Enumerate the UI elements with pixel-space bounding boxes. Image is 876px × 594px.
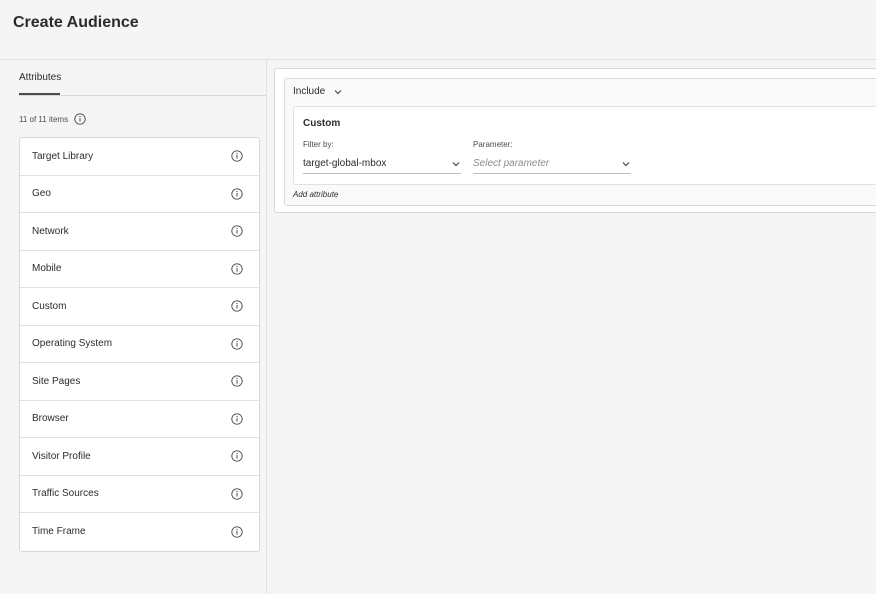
info-icon[interactable] [231, 413, 243, 425]
panel-divider [266, 60, 267, 594]
attribute-item[interactable]: Geo [20, 176, 259, 213]
attribute-item-label: Browser [32, 413, 69, 425]
parameter-placeholder: Select parameter [473, 158, 550, 169]
tab-selected-indicator [19, 93, 60, 95]
page-title: Create Audience [13, 14, 139, 31]
info-icon[interactable] [231, 150, 243, 162]
attribute-item-label: Visitor Profile [32, 450, 91, 462]
info-icon[interactable] [231, 450, 243, 462]
item-count-row: 11 of 11 items [19, 112, 86, 126]
attribute-item-label: Mobile [32, 263, 62, 275]
attribute-item-label: Operating System [32, 338, 113, 350]
rule-builder-panel: Include Custom Filter by: target-global-… [274, 68, 876, 213]
attribute-item[interactable]: Network [20, 213, 259, 251]
info-icon[interactable] [231, 375, 243, 387]
filter-by-value: target-global-mbox [303, 158, 387, 169]
chevron-down-icon [621, 159, 631, 169]
include-dropdown[interactable]: Include [293, 86, 343, 97]
attribute-item[interactable]: Target Library [20, 138, 259, 176]
attribute-item-label: Traffic Sources [32, 488, 99, 500]
filter-by-label: Filter by: [303, 140, 334, 149]
attribute-item[interactable]: Traffic Sources [20, 476, 259, 513]
include-group: Include Custom Filter by: target-global-… [284, 78, 876, 206]
info-icon[interactable] [231, 225, 243, 237]
filter-by-select[interactable]: target-global-mbox [303, 154, 461, 174]
info-icon[interactable] [231, 300, 243, 312]
attribute-item[interactable]: Operating System [20, 326, 259, 363]
chevron-down-icon [333, 87, 343, 97]
add-attribute-link[interactable]: Add attribute [293, 190, 338, 199]
tab-bar: Attributes [19, 60, 266, 96]
parameter-label: Parameter: [473, 140, 513, 149]
attribute-item-label: Geo [32, 188, 51, 200]
attribute-item[interactable]: Mobile [20, 251, 259, 288]
info-icon[interactable] [74, 113, 86, 125]
item-count-text: 11 of 11 items [19, 114, 69, 124]
info-icon[interactable] [231, 488, 243, 500]
attributes-panel: Attributes 11 of 11 items Target Library… [0, 60, 266, 594]
attribute-item[interactable]: Browser [20, 401, 259, 438]
parameter-select[interactable]: Select parameter [473, 154, 631, 174]
info-icon[interactable] [231, 188, 243, 200]
attribute-item-label: Time Frame [32, 526, 86, 538]
attribute-item[interactable]: Site Pages [20, 363, 259, 401]
attribute-item[interactable]: Custom [20, 288, 259, 326]
info-icon[interactable] [231, 338, 243, 350]
attribute-item[interactable]: Visitor Profile [20, 438, 259, 476]
chevron-down-icon [451, 159, 461, 169]
tab-attributes[interactable]: Attributes [19, 72, 61, 83]
include-label: Include [293, 86, 326, 97]
attribute-item-label: Network [32, 225, 69, 237]
attribute-item[interactable]: Time Frame [20, 513, 259, 551]
card-title: Custom [303, 118, 341, 129]
info-icon[interactable] [231, 526, 243, 538]
info-icon[interactable] [231, 263, 243, 275]
attribute-item-label: Target Library [32, 150, 94, 162]
attribute-list: Target Library Geo Network Mobile Custom Oper… [19, 137, 260, 552]
attribute-item-label: Custom [32, 300, 67, 312]
attribute-item-label: Site Pages [32, 375, 81, 387]
custom-attribute-card: Custom Filter by: target-global-mbox Par… [293, 106, 876, 185]
